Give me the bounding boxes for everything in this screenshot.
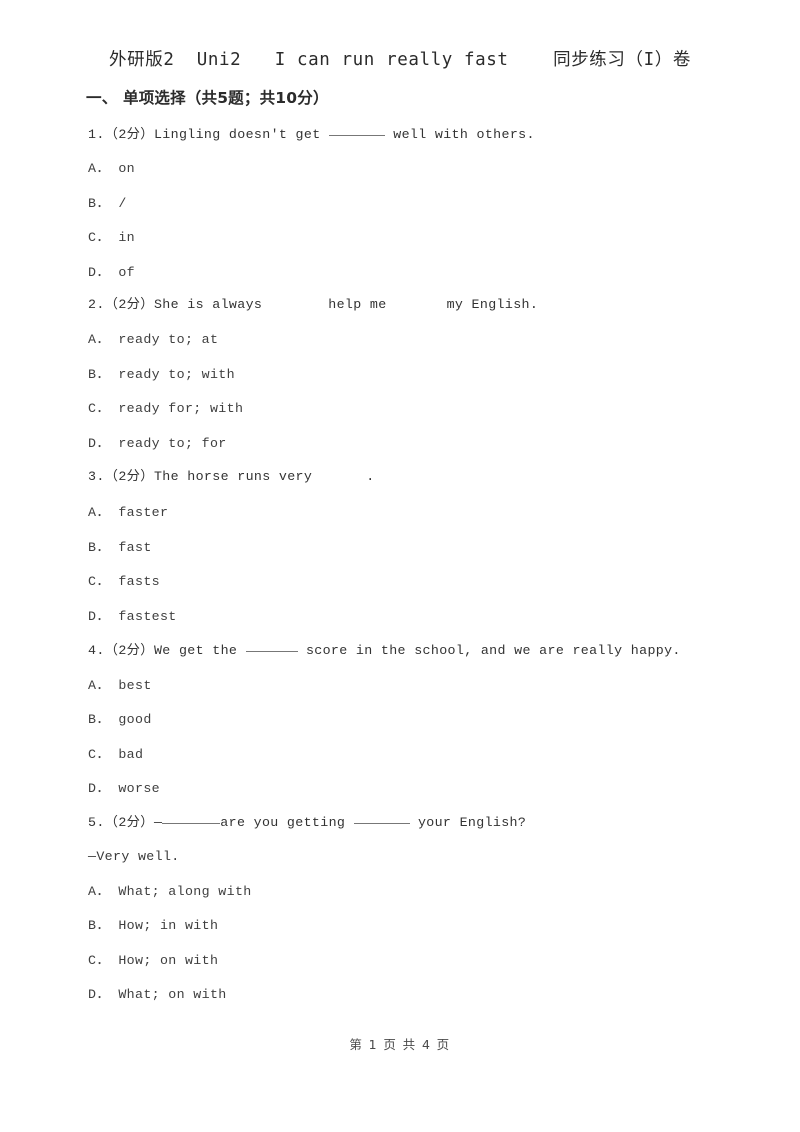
- option-label: B．: [88, 196, 110, 211]
- question-number: 1.: [88, 127, 105, 142]
- question-number: 5.: [88, 815, 105, 830]
- option-text: fasts: [118, 574, 160, 589]
- question-text-middle: are you getting: [220, 815, 346, 830]
- question-text-after: your English?: [417, 815, 527, 830]
- option-text: fastest: [118, 609, 177, 624]
- option-row[interactable]: A． What; along with: [88, 883, 252, 901]
- answer-blank: [245, 640, 298, 652]
- option-row[interactable]: C． How; on with: [88, 952, 218, 970]
- option-row[interactable]: B． ready to; with: [88, 366, 235, 384]
- option-row[interactable]: C． in: [88, 229, 135, 247]
- question-text-after: score in the school, and we are really h…: [305, 643, 681, 658]
- option-row[interactable]: C． bad: [88, 746, 143, 764]
- question-number: 2.: [88, 297, 105, 312]
- option-text: fast: [118, 540, 152, 555]
- question-stem: 5.（2分）— are you getting your English?: [88, 812, 526, 832]
- option-label: D．: [88, 265, 110, 280]
- option-text: ready to; for: [118, 436, 227, 451]
- question-text-after: .: [366, 469, 375, 484]
- option-row[interactable]: C． fasts: [88, 573, 160, 591]
- option-label: C．: [88, 401, 110, 416]
- option-row[interactable]: A． faster: [88, 504, 168, 522]
- option-row[interactable]: A． on: [88, 160, 135, 178]
- question-stem: 4.（2分）We get the score in the school, an…: [88, 640, 681, 660]
- dialogue-answer-line: —Very well.: [88, 849, 180, 864]
- question-points: （2分）: [104, 127, 154, 142]
- question-stem: 1.（2分）Lingling doesn't get well with oth…: [88, 124, 535, 144]
- option-row[interactable]: D． What; on with: [88, 986, 227, 1004]
- option-row[interactable]: B． good: [88, 711, 152, 729]
- answer-blank: [162, 812, 221, 824]
- option-text: ready for; with: [118, 401, 244, 416]
- option-label: A．: [88, 332, 110, 347]
- question-points: （2分）: [104, 469, 154, 484]
- option-label: C．: [88, 953, 110, 968]
- option-label: D．: [88, 781, 110, 796]
- option-label: B．: [88, 918, 110, 933]
- option-text: faster: [118, 505, 169, 520]
- question-text-middle: help me: [328, 297, 387, 312]
- question-points: （2分）: [104, 815, 154, 830]
- option-label: C．: [88, 574, 110, 589]
- question-number: 3.: [88, 469, 105, 484]
- option-text: /: [118, 196, 127, 211]
- question-text-before: She is always: [153, 297, 263, 312]
- answer-blank: [328, 124, 385, 136]
- option-label: D．: [88, 987, 110, 1002]
- option-text: in: [118, 230, 135, 245]
- option-text: ready to; with: [118, 367, 235, 382]
- option-row[interactable]: A． best: [88, 677, 152, 695]
- option-text: good: [118, 712, 152, 727]
- option-label: A．: [88, 161, 110, 176]
- option-row[interactable]: D． fastest: [88, 608, 177, 626]
- section-header: 一、 单项选择（共5题；共10分）: [86, 89, 329, 107]
- question-points: （2分）: [104, 643, 154, 658]
- question-text-after: well with others.: [393, 127, 535, 142]
- option-label: B．: [88, 540, 110, 555]
- option-row[interactable]: C． ready for; with: [88, 400, 243, 418]
- option-text: What; on with: [118, 987, 227, 1002]
- option-text: bad: [118, 747, 144, 762]
- option-text: on: [118, 161, 135, 176]
- option-text: What; along with: [118, 884, 252, 899]
- question-number: 4.: [88, 643, 105, 658]
- option-label: C．: [88, 747, 110, 762]
- option-text: of: [118, 265, 135, 280]
- question-text-before: We get the: [153, 643, 238, 658]
- option-row[interactable]: D． ready to; for: [88, 435, 227, 453]
- option-text: How; on with: [118, 953, 219, 968]
- option-text: ready to; at: [118, 332, 219, 347]
- option-row[interactable]: B． /: [88, 195, 127, 213]
- question-stem: 2.（2分）She is always help me my English.: [88, 296, 538, 314]
- option-label: C．: [88, 230, 110, 245]
- exam-page: 外研版2 Uni2 I can run really fast 同步练习（I）卷…: [0, 0, 800, 1132]
- option-label: A．: [88, 884, 110, 899]
- page-footer: 第 1 页 共 4 页: [349, 1037, 451, 1052]
- question-stem: 3.（2分）The horse runs very.: [88, 468, 375, 486]
- option-label: A．: [88, 505, 110, 520]
- option-label: D．: [88, 436, 110, 451]
- option-text: best: [118, 678, 152, 693]
- option-row[interactable]: A． ready to; at: [88, 331, 218, 349]
- option-text: worse: [118, 781, 160, 796]
- option-label: B．: [88, 367, 110, 382]
- option-label: A．: [88, 678, 110, 693]
- page-title: 外研版2 Uni2 I can run really fast 同步练习（I）卷: [109, 50, 691, 70]
- option-row[interactable]: D． worse: [88, 780, 160, 798]
- answer-blank: [353, 812, 410, 824]
- option-row[interactable]: B． fast: [88, 539, 152, 557]
- option-row[interactable]: D． of: [88, 264, 135, 282]
- option-row[interactable]: B． How; in with: [88, 917, 218, 935]
- option-label: B．: [88, 712, 110, 727]
- option-label: D．: [88, 609, 110, 624]
- question-text-before: Lingling doesn't get: [153, 127, 321, 142]
- option-text: How; in with: [118, 918, 219, 933]
- dialogue-dash: —: [153, 815, 163, 830]
- question-text-before: The horse runs very: [153, 469, 313, 484]
- question-text-after: my English.: [446, 297, 539, 312]
- question-points: （2分）: [104, 297, 154, 312]
